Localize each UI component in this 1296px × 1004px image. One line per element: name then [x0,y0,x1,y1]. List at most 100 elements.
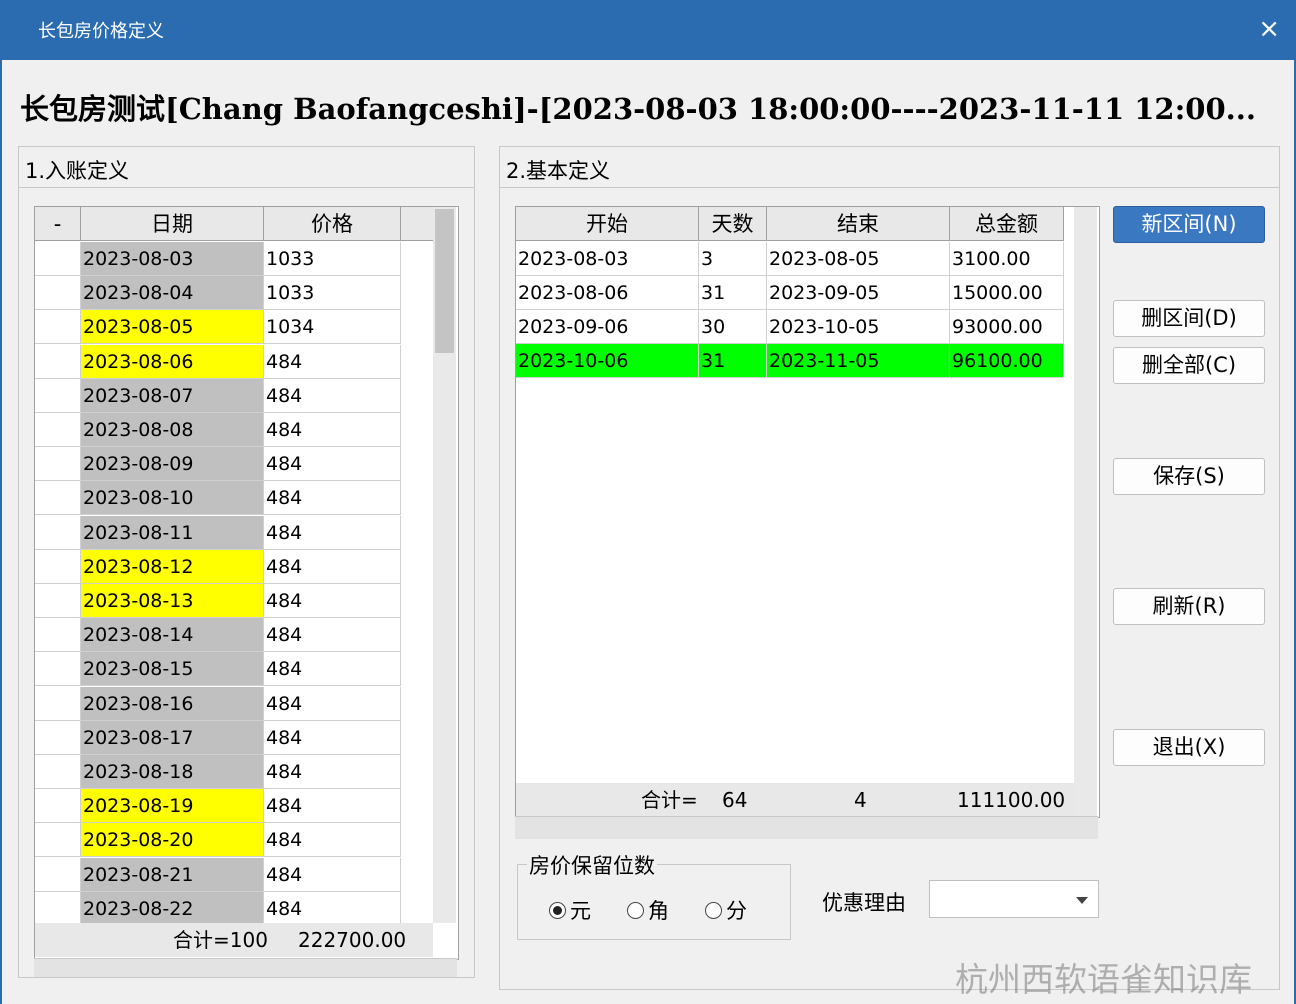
column-header-price[interactable]: 价格 [264,207,401,241]
end-cell[interactable]: 2023-11-05 [767,344,950,378]
discount-reason-select[interactable] [929,880,1099,918]
date-cell[interactable]: 2023-08-19 [81,789,264,824]
date-cell[interactable]: 2023-08-05 [81,310,264,345]
days-cell[interactable]: 31 [699,276,767,310]
date-cell[interactable]: 2023-08-21 [81,857,264,892]
billing-row[interactable]: 2023-08-05 1034 [35,310,433,345]
price-cell[interactable]: 484 [264,891,401,926]
new-interval-button[interactable]: 新区间(N) [1113,206,1265,243]
start-cell[interactable]: 2023-09-06 [516,310,699,344]
price-cell[interactable]: 484 [264,789,401,824]
radio-jiao[interactable]: 角 [627,895,669,925]
date-cell[interactable]: 2023-08-16 [81,686,264,721]
billing-row[interactable]: 2023-08-07 484 [35,378,433,413]
date-cell[interactable]: 2023-08-06 [81,344,264,379]
billing-scroll-thumb[interactable] [435,209,454,353]
column-header-marker[interactable]: - [35,207,81,241]
close-icon[interactable]: × [1258,14,1280,44]
billing-row[interactable]: 2023-08-19 484 [35,789,433,824]
billing-row[interactable]: 2023-08-10 484 [35,481,433,516]
date-cell[interactable]: 2023-08-03 [81,242,264,276]
date-cell[interactable]: 2023-08-11 [81,515,264,550]
date-cell[interactable]: 2023-08-18 [81,755,264,789]
price-cell[interactable]: 484 [264,618,401,653]
billing-vertical-scrollbar[interactable] [433,207,456,923]
price-cell[interactable]: 1033 [264,242,401,276]
row-marker[interactable] [35,549,81,584]
refresh-button[interactable]: 刷新(R) [1113,588,1265,625]
row-marker[interactable] [35,584,81,618]
row-marker[interactable] [35,242,81,276]
interval-row[interactable]: 2023-09-06 30 2023-10-05 93000.00 [516,310,1064,344]
price-cell[interactable]: 1034 [264,310,401,345]
radio-jiao-indicator[interactable] [627,902,644,919]
row-marker[interactable] [35,789,81,824]
price-cell[interactable]: 484 [264,413,401,447]
price-cell[interactable]: 484 [264,447,401,482]
save-button[interactable]: 保存(S) [1113,458,1265,495]
price-cell[interactable]: 484 [264,720,401,755]
row-marker[interactable] [35,276,81,311]
start-cell[interactable]: 2023-08-03 [516,242,699,276]
price-cell[interactable]: 484 [264,823,401,858]
price-cell[interactable]: 484 [264,686,401,721]
date-cell[interactable]: 2023-08-17 [81,720,264,755]
days-cell[interactable]: 30 [699,310,767,344]
date-cell[interactable]: 2023-08-04 [81,276,264,311]
billing-row[interactable]: 2023-08-13 484 [35,584,433,618]
end-cell[interactable]: 2023-09-05 [767,276,950,310]
billing-row[interactable]: 2023-08-16 484 [35,686,433,721]
billing-row[interactable]: 2023-08-12 484 [35,549,433,584]
end-cell[interactable]: 2023-08-05 [767,242,950,276]
billing-row[interactable]: 2023-08-09 484 [35,447,433,482]
billing-row[interactable]: 2023-08-17 484 [35,720,433,755]
price-cell[interactable]: 484 [264,584,401,618]
date-cell[interactable]: 2023-08-14 [81,618,264,653]
billing-row[interactable]: 2023-08-03 1033 [35,242,433,276]
row-marker[interactable] [35,891,81,926]
row-marker[interactable] [35,481,81,516]
start-cell[interactable]: 2023-08-06 [516,276,699,310]
date-cell[interactable]: 2023-08-13 [81,584,264,618]
amount-cell[interactable]: 96100.00 [950,344,1064,378]
interval-horizontal-scrollbar[interactable] [515,816,1098,839]
column-header-date[interactable]: 日期 [81,207,264,241]
date-cell[interactable]: 2023-08-10 [81,481,264,516]
interval-vertical-scrollbar[interactable] [1074,207,1097,817]
price-cell[interactable]: 484 [264,755,401,789]
row-marker[interactable] [35,823,81,858]
days-cell[interactable]: 31 [699,344,767,378]
row-marker[interactable] [35,755,81,789]
row-marker[interactable] [35,515,81,550]
column-header-end[interactable]: 结束 [767,207,950,241]
row-marker[interactable] [35,652,81,687]
days-cell[interactable]: 3 [699,242,767,276]
date-cell[interactable]: 2023-08-12 [81,549,264,584]
column-header-amount[interactable]: 总金额 [950,207,1064,241]
chevron-down-icon[interactable] [1076,897,1088,904]
price-cell[interactable]: 484 [264,515,401,550]
price-cell[interactable]: 484 [264,857,401,892]
billing-row[interactable]: 2023-08-22 484 [35,891,433,926]
radio-fen[interactable]: 分 [705,895,747,925]
price-cell[interactable]: 484 [264,481,401,516]
row-marker[interactable] [35,310,81,345]
date-cell[interactable]: 2023-08-15 [81,652,264,687]
row-marker[interactable] [35,447,81,482]
billing-row[interactable]: 2023-08-14 484 [35,618,433,653]
billing-row[interactable]: 2023-08-11 484 [35,515,433,550]
radio-fen-indicator[interactable] [705,902,722,919]
billing-row[interactable]: 2023-08-18 484 [35,755,433,789]
start-cell[interactable]: 2023-10-06 [516,344,699,378]
row-marker[interactable] [35,857,81,892]
delete-interval-button[interactable]: 删区间(D) [1113,300,1265,337]
date-cell[interactable]: 2023-08-20 [81,823,264,858]
row-marker[interactable] [35,413,81,447]
billing-row[interactable]: 2023-08-21 484 [35,857,433,892]
interval-row[interactable]: 2023-10-06 31 2023-11-05 96100.00 [516,344,1064,378]
billing-horizontal-scrollbar[interactable] [34,958,457,977]
end-cell[interactable]: 2023-10-05 [767,310,950,344]
billing-row[interactable]: 2023-08-04 1033 [35,276,433,311]
price-cell[interactable]: 484 [264,344,401,379]
price-cell[interactable]: 1033 [264,276,401,311]
